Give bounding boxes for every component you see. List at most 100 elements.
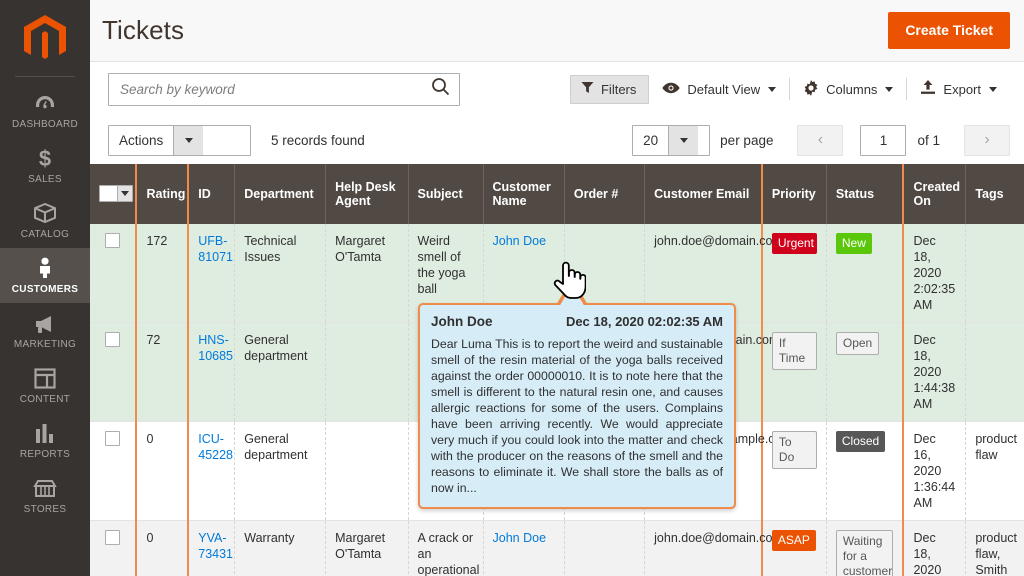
- sidebar-item-label: CONTENT: [19, 394, 71, 405]
- sidebar-item-catalog[interactable]: CATALOG: [0, 193, 90, 248]
- sidebar-item-label: REPORTS: [19, 449, 71, 460]
- sidebar-item-reports[interactable]: REPORTS: [0, 413, 90, 468]
- cell-customer-email: john.doe@domain.com: [644, 520, 783, 576]
- tooltip-author: John Doe: [431, 314, 493, 329]
- row-select-cell[interactable]: [90, 322, 137, 422]
- column-header-order-number[interactable]: Order #: [564, 164, 646, 224]
- svg-text:$: $: [39, 147, 51, 169]
- per-page-label: per page: [720, 132, 774, 148]
- default-view-dropdown[interactable]: Default View: [649, 75, 789, 103]
- priority-badge: If Time: [771, 332, 817, 370]
- previous-page-button[interactable]: ‹: [797, 124, 844, 156]
- priority-badge: ASAP: [771, 530, 816, 551]
- column-header-created-on[interactable]: Created On: [903, 164, 967, 224]
- column-header-tags[interactable]: Tags: [965, 164, 1024, 224]
- select-all-checkbox[interactable]: [100, 185, 117, 201]
- mouse-cursor-hand-icon: [552, 258, 587, 305]
- columns-label: Columns: [826, 81, 878, 97]
- sidebar-item-stores[interactable]: STORES: [0, 468, 90, 523]
- next-page-button[interactable]: ›: [964, 124, 1010, 156]
- cell-department: General department: [234, 322, 327, 422]
- cell-id[interactable]: UFB-81071: [188, 224, 236, 323]
- records-found-label: 5 records found: [271, 132, 365, 148]
- per-page-select[interactable]: 20: [632, 124, 711, 156]
- ticket-id-link[interactable]: UFB-81071: [198, 234, 233, 264]
- ticket-id-link[interactable]: HNS-10685: [198, 333, 233, 363]
- sidebar-item-label: CUSTOMERS: [11, 284, 79, 295]
- table-row[interactable]: 0 YVA-73431 Warranty Margaret O'Tamta A …: [90, 520, 1024, 576]
- column-header-help-desk-agent[interactable]: Help Desk Agent: [325, 164, 409, 224]
- grid-toolbar: Filters Default View Columns: [90, 62, 1024, 116]
- cell-created-on: Dec 16, 2020 1:36:44 AM: [903, 421, 967, 521]
- export-dropdown[interactable]: Export: [907, 75, 1010, 103]
- ticket-id-link[interactable]: ICU-45228: [198, 432, 233, 462]
- chevron-down-icon: [768, 86, 777, 92]
- cell-agent: Margaret O'Tamta: [325, 224, 409, 323]
- sidebar: DASHBOARD $ SALES CATALOG CUSTOMERS MARK…: [0, 0, 90, 576]
- magento-logo-icon[interactable]: [22, 14, 68, 62]
- cell-id[interactable]: HNS-10685: [188, 322, 236, 422]
- status-badge: Waiting for a customer: [835, 530, 894, 576]
- pagination: 20 per page ‹ of 1 ›: [632, 124, 1010, 156]
- chevron-down-icon: [885, 86, 894, 92]
- column-header-status[interactable]: Status: [826, 164, 905, 224]
- filters-button[interactable]: Filters: [569, 74, 650, 104]
- row-checkbox[interactable]: [105, 233, 121, 248]
- toolbar-controls: Filters Default View Columns Export: [569, 74, 1010, 104]
- row-select-cell[interactable]: [90, 520, 137, 576]
- box-icon: [33, 202, 57, 224]
- column-header-customer-name[interactable]: Customer Name: [483, 164, 565, 224]
- column-header-department[interactable]: Department: [234, 164, 327, 224]
- row-select-cell[interactable]: [90, 224, 137, 323]
- sidebar-item-marketing[interactable]: MARKETING: [0, 303, 90, 358]
- cell-id[interactable]: YVA-73431: [188, 520, 236, 576]
- cell-id[interactable]: ICU-45228: [188, 421, 236, 521]
- cell-created-on: Dec 18, 2020 1:44:38 AM: [903, 322, 967, 422]
- default-view-label: Default View: [687, 81, 761, 97]
- tooltip-header: John Doe Dec 18, 2020 02:02:35 AM: [431, 314, 723, 329]
- customer-name-link[interactable]: John Doe: [493, 531, 547, 545]
- actions-row: Actions 5 records found 20 per page ‹ of…: [90, 116, 1024, 164]
- row-checkbox[interactable]: [105, 431, 121, 446]
- columns-dropdown[interactable]: Columns: [790, 75, 906, 103]
- grid-header-row: Rating ID Department Help Desk Agent Sub…: [90, 164, 1024, 224]
- cell-customer-name[interactable]: John Doe: [483, 520, 565, 576]
- sidebar-item-content[interactable]: CONTENT: [0, 358, 90, 413]
- actions-value: Actions: [119, 132, 164, 148]
- page-number-input[interactable]: [860, 124, 907, 156]
- search-input[interactable]: [120, 81, 431, 97]
- sidebar-item-customers[interactable]: CUSTOMERS: [0, 248, 90, 303]
- cell-department: Technical Issues: [234, 224, 327, 323]
- export-upload-icon: [920, 80, 936, 98]
- ticket-id-link[interactable]: YVA-73431: [198, 531, 233, 561]
- column-header-priority[interactable]: Priority: [760, 164, 827, 224]
- column-header-rating[interactable]: Rating: [135, 164, 190, 224]
- megaphone-icon: [33, 312, 57, 334]
- export-label: Export: [943, 81, 981, 97]
- cell-department: General department: [234, 421, 327, 521]
- row-select-cell[interactable]: [90, 421, 137, 521]
- column-header-id[interactable]: ID: [188, 164, 236, 224]
- customer-name-link[interactable]: John Doe: [493, 234, 547, 248]
- row-checkbox[interactable]: [105, 530, 121, 545]
- sidebar-item-label: STORES: [23, 504, 67, 515]
- cell-rating: 172: [135, 224, 190, 323]
- column-header-select[interactable]: [90, 164, 137, 224]
- actions-dropdown-button[interactable]: [173, 125, 204, 155]
- search-box[interactable]: [108, 72, 460, 106]
- layout-icon: [34, 367, 56, 389]
- priority-badge: To Do: [771, 431, 817, 469]
- actions-select[interactable]: Actions: [108, 124, 251, 156]
- cell-subject[interactable]: A crack or an operational opening?: [408, 520, 484, 576]
- row-checkbox[interactable]: [105, 332, 121, 347]
- sidebar-item-sales[interactable]: $ SALES: [0, 138, 90, 193]
- chevron-down-icon[interactable]: [117, 185, 132, 201]
- cell-rating: 0: [135, 421, 190, 521]
- create-ticket-button[interactable]: Create Ticket: [888, 12, 1010, 49]
- column-header-subject[interactable]: Subject: [408, 164, 484, 224]
- per-page-dropdown-button[interactable]: [668, 125, 699, 155]
- sidebar-item-dashboard[interactable]: DASHBOARD: [0, 83, 90, 138]
- search-icon[interactable]: [431, 77, 450, 101]
- column-header-customer-email[interactable]: Customer Email: [644, 164, 763, 224]
- select-all-dropdown[interactable]: [99, 184, 133, 202]
